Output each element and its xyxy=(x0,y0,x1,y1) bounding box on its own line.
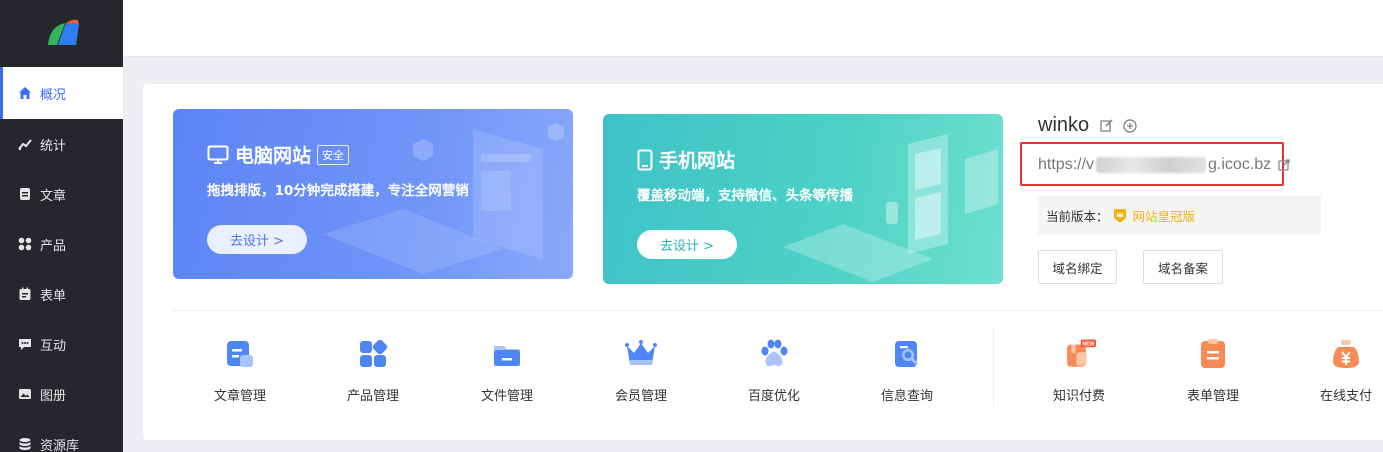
sidebar-item-forms[interactable]: 表单 xyxy=(0,269,123,319)
domain-record-button[interactable]: 域名备案 xyxy=(1143,250,1223,284)
article-manage-icon xyxy=(223,337,257,371)
mobile-card-title-text: 手机网站 xyxy=(659,150,736,172)
tool-label: 文章管理 xyxy=(213,389,266,404)
pc-website-card[interactable]: 电脑网站 安全 拖拽排版，10分钟完成搭建，专注全网营销 去设计 > xyxy=(173,109,573,279)
top-bar xyxy=(123,0,1383,57)
database-icon xyxy=(18,437,32,451)
tool-paid-knowledge[interactable]: NEW 知识付费 xyxy=(1034,337,1124,404)
sidebar-item-label: 文章 xyxy=(40,188,67,204)
site-name: winko xyxy=(1038,114,1090,136)
tool-product-manage[interactable]: 产品管理 xyxy=(328,337,418,404)
mobile-website-card[interactable]: 手机网站 覆盖移动端，支持微信、头条等传播 去设计 > xyxy=(603,114,1003,284)
tool-label: 产品管理 xyxy=(346,389,399,404)
site-info: winko https://v g.icoc.bz 当前版本： 网站皇冠版 域名… xyxy=(1020,114,1321,284)
tool-baidu-seo[interactable]: 百度优化 xyxy=(729,337,819,404)
url-redaction xyxy=(1096,157,1207,173)
sidebar-item-label: 产品 xyxy=(40,238,67,254)
section-divider xyxy=(173,310,1383,311)
sidebar-item-label: 资源库 xyxy=(40,438,80,452)
overview-panel: 电脑网站 安全 拖拽排版，10分钟完成搭建，专注全网营销 去设计 > 手机网站 … xyxy=(143,84,1383,440)
tool-online-pay[interactable]: 在线支付 xyxy=(1301,337,1383,404)
tool-article-manage[interactable]: 文章管理 xyxy=(195,337,285,404)
home-icon xyxy=(18,86,32,100)
version-name[interactable]: 网站皇冠版 xyxy=(1133,206,1196,225)
logo[interactable] xyxy=(0,0,123,67)
tool-file-manage[interactable]: 文件管理 xyxy=(462,337,552,404)
domain-bind-button[interactable]: 域名绑定 xyxy=(1038,250,1117,284)
sidebar-item-stats[interactable]: 统计 xyxy=(0,119,123,169)
sidebar-item-label: 统计 xyxy=(40,138,67,154)
sidebar-item-resources[interactable]: 资源库 xyxy=(0,419,123,452)
sidebar-item-label: 概况 xyxy=(40,87,67,103)
sidebar-item-overview[interactable]: 概况 xyxy=(0,67,123,119)
tool-label: 表单管理 xyxy=(1186,389,1239,404)
site-url-prefix: https://v xyxy=(1038,156,1095,173)
online-pay-icon xyxy=(1329,337,1363,371)
tool-member-manage[interactable]: 会员管理 xyxy=(596,337,686,404)
sidebar-item-label: 互动 xyxy=(40,338,67,354)
sidebar: 概况 统计 文章 产品 表单 互动 图册 资源库 xyxy=(0,0,123,452)
baidu-seo-icon xyxy=(757,337,791,371)
tools-divider xyxy=(993,327,994,407)
sidebar-item-gallery[interactable]: 图册 xyxy=(0,369,123,419)
tool-label: 百度优化 xyxy=(747,389,800,404)
sidebar-item-label: 表单 xyxy=(40,288,67,304)
gallery-icon xyxy=(18,387,32,401)
tool-label: 文件管理 xyxy=(480,389,533,404)
tool-info-query[interactable]: 信息查询 xyxy=(862,337,952,404)
site-url[interactable]: https://v g.icoc.bz xyxy=(1038,156,1290,174)
info-query-icon xyxy=(890,337,924,371)
monitor-icon xyxy=(207,145,229,165)
sidebar-item-label: 图册 xyxy=(40,388,67,404)
pc-card-description: 拖拽排版，10分钟完成搭建，专注全网营销 xyxy=(207,183,469,199)
new-badge: NEW xyxy=(1082,342,1094,348)
tool-form-manage[interactable]: 表单管理 xyxy=(1168,337,1258,404)
mobile-card-title: 手机网站 xyxy=(637,146,735,173)
form-icon xyxy=(18,287,32,301)
pc-card-title-text: 电脑网站 xyxy=(235,145,312,167)
member-manage-icon xyxy=(624,337,658,371)
product-icon xyxy=(18,237,32,251)
phone-icon xyxy=(637,149,653,171)
edit-icon[interactable] xyxy=(1099,119,1113,133)
mobile-card-description: 覆盖移动端，支持微信、头条等传播 xyxy=(637,188,853,204)
chat-icon xyxy=(18,337,32,351)
version-label: 当前版本： xyxy=(1046,209,1109,224)
sidebar-item-products[interactable]: 产品 xyxy=(0,219,123,269)
tool-label: 知识付费 xyxy=(1052,389,1105,404)
paid-knowledge-icon: NEW xyxy=(1062,337,1096,371)
pc-card-title: 电脑网站 安全 xyxy=(207,141,350,168)
product-manage-icon xyxy=(356,337,390,371)
sidebar-item-articles[interactable]: 文章 xyxy=(0,169,123,219)
crown-icon xyxy=(1111,207,1129,225)
form-manage-icon xyxy=(1196,337,1230,371)
pc-design-button[interactable]: 去设计 > xyxy=(207,225,307,254)
security-badge: 安全 xyxy=(317,144,350,165)
tool-label: 信息查询 xyxy=(880,389,933,404)
tool-label: 会员管理 xyxy=(614,389,667,404)
stats-icon xyxy=(18,137,32,151)
site-name-row: winko xyxy=(1038,114,1137,137)
tool-label: 在线支付 xyxy=(1319,389,1372,404)
mobile-design-button[interactable]: 去设计 > xyxy=(637,230,737,259)
logo-icon xyxy=(47,19,79,45)
sidebar-item-interaction[interactable]: 互动 xyxy=(0,319,123,369)
version-info: 当前版本： 网站皇冠版 xyxy=(1038,196,1321,235)
article-icon xyxy=(18,187,32,201)
site-url-suffix: g.icoc.bz xyxy=(1208,156,1272,173)
add-site-icon[interactable] xyxy=(1123,118,1137,133)
external-link-icon[interactable] xyxy=(1278,159,1290,171)
file-manage-icon xyxy=(490,337,524,371)
